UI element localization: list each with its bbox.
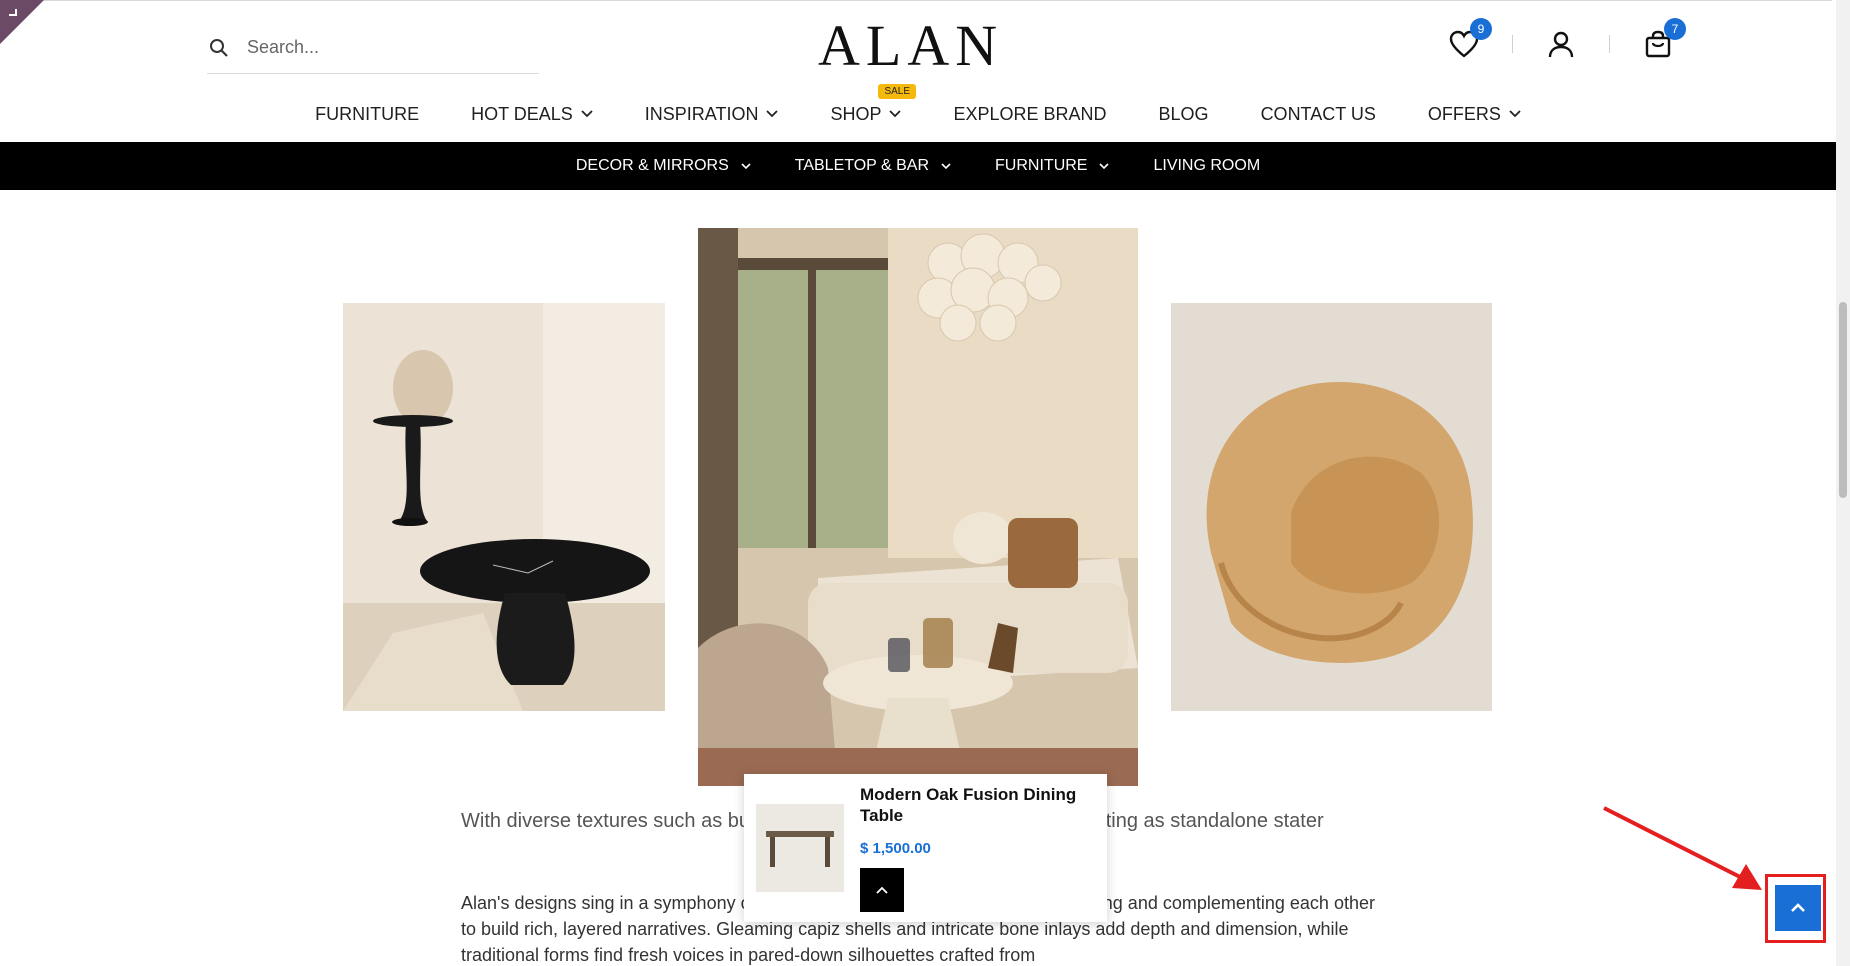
- page-scrollbar[interactable]: [1836, 0, 1850, 966]
- chevron-down-icon: [1509, 110, 1521, 118]
- user-icon: [1548, 31, 1574, 58]
- cart-count-badge: 7: [1664, 18, 1686, 40]
- search-icon[interactable]: [207, 36, 231, 60]
- wishlist-count-badge: 9: [1470, 18, 1492, 40]
- product-thumbnail[interactable]: [756, 804, 844, 892]
- chevron-down-icon: [581, 110, 593, 118]
- sticky-product-popup[interactable]: Modern Oak Fusion Dining Table $ 1,500.0…: [744, 774, 1107, 922]
- subnav-item-decor-mirrors[interactable]: DECOR & MIRRORS: [576, 157, 751, 175]
- subnav-item-living-room[interactable]: LIVING ROOM: [1153, 157, 1260, 175]
- search-bar[interactable]: [207, 22, 539, 74]
- chevron-down-icon: [1099, 162, 1110, 170]
- living-room-image: [698, 228, 1138, 786]
- back-to-top-button[interactable]: [1775, 885, 1821, 931]
- corner-ribbon-icon[interactable]: [0, 0, 44, 44]
- header-actions: 9 7: [1446, 18, 1686, 62]
- top-border: [0, 0, 1832, 1]
- category-navigation: DECOR & MIRRORS TABLETOP & BAR FURNITURE…: [0, 142, 1836, 190]
- product-price: $ 1,500.00: [860, 840, 931, 857]
- popup-expand-button[interactable]: [860, 868, 904, 912]
- chevron-down-icon: [741, 162, 751, 170]
- wishlist-button[interactable]: 9: [1446, 18, 1492, 62]
- subnav-item-tabletop-bar[interactable]: TABLETOP & BAR: [795, 157, 951, 175]
- annotation-arrow-icon: [1603, 806, 1762, 890]
- chevron-down-icon: [889, 110, 902, 118]
- nav-item-blog[interactable]: BLOG: [1159, 100, 1209, 128]
- boucle-armchair-image: [1171, 303, 1492, 711]
- account-button[interactable]: [1543, 26, 1579, 62]
- cart-button[interactable]: 7: [1640, 18, 1686, 62]
- side-table-image: [343, 303, 665, 711]
- chevron-up-icon: [1791, 903, 1805, 912]
- product-title[interactable]: Modern Oak Fusion Dining Table: [860, 784, 1090, 826]
- site-logo[interactable]: ALAN: [818, 14, 1003, 78]
- chevron-down-icon: [766, 110, 779, 118]
- chevron-up-icon: [876, 886, 888, 894]
- nav-item-furniture[interactable]: FURNITURE: [315, 100, 419, 128]
- search-input[interactable]: [247, 37, 507, 58]
- sale-badge: SALE: [878, 84, 917, 99]
- nav-item-offers[interactable]: OFFERS: [1428, 100, 1521, 128]
- chevron-down-icon: [941, 162, 951, 170]
- nav-item-inspiration[interactable]: INSPIRATION: [645, 100, 779, 128]
- subnav-item-furniture[interactable]: FURNITURE: [995, 157, 1110, 175]
- divider: [1609, 35, 1610, 53]
- scrollbar-thumb[interactable]: [1839, 302, 1847, 498]
- main-navigation: FURNITURE HOT DEALS INSPIRATION SHOP SALE…: [0, 84, 1836, 128]
- nav-item-hot-deals[interactable]: HOT DEALS: [471, 100, 593, 128]
- nav-item-contact-us[interactable]: CONTACT US: [1261, 100, 1376, 128]
- divider: [1512, 35, 1513, 53]
- nav-item-shop[interactable]: SHOP SALE: [830, 84, 917, 128]
- nav-item-explore-brand[interactable]: EXPLORE BRAND: [953, 100, 1106, 128]
